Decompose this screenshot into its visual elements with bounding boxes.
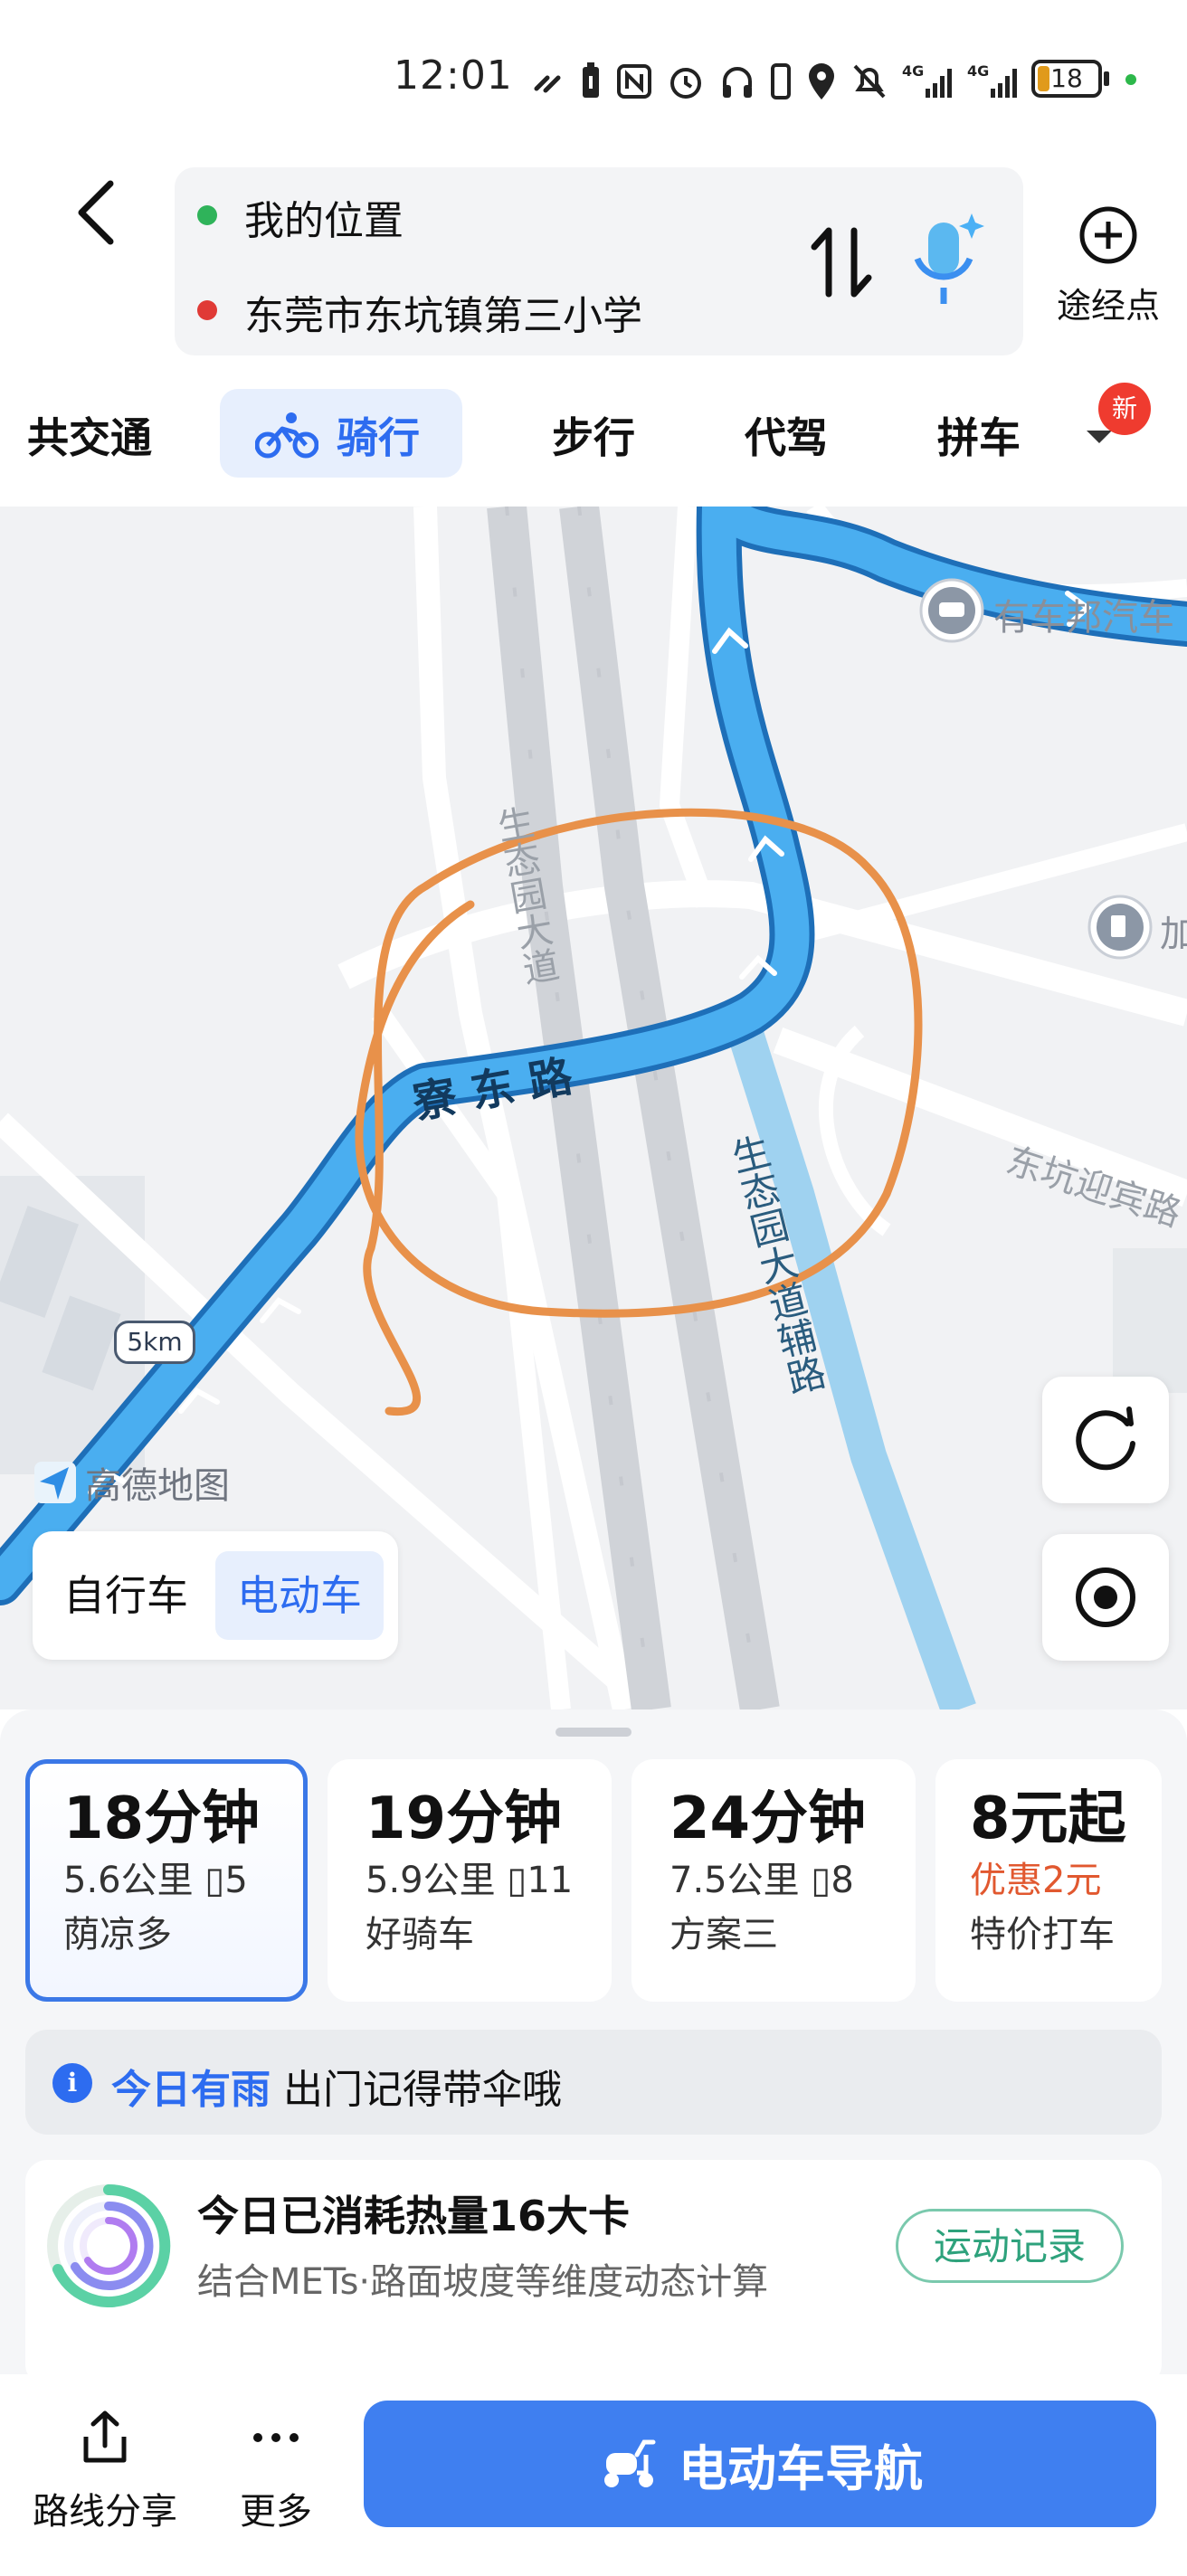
share-route-label: 路线分享 <box>33 2491 177 2533</box>
start-navigation-label: 电动车导航 <box>679 2439 923 2497</box>
route-distance: 7.5公里 <box>669 1860 800 1901</box>
more-button[interactable]: 更多 <box>185 2406 366 2534</box>
map-logo-text: 高德地图 <box>85 1465 230 1507</box>
route-distance-row: 5.6公里 ▯5 <box>63 1853 303 1908</box>
vehicle-option-bicycle[interactable]: 自行车 <box>42 1551 210 1640</box>
scooter-icon <box>604 2439 656 2487</box>
battery-icon: 18 <box>1031 60 1102 98</box>
vehicle-toggle: 自行车 电动车 <box>33 1531 398 1660</box>
locate-icon <box>1076 1567 1135 1627</box>
back-arrow-icon <box>78 180 114 245</box>
route-distance-row: 5.9公里 ▯11 <box>366 1853 612 1908</box>
poi-label-car[interactable]: 有车邦汽车 <box>993 588 1174 640</box>
back-button[interactable] <box>63 176 136 249</box>
battery-saver-icon <box>583 62 599 98</box>
swap-icon <box>811 227 872 298</box>
taxi-discount: 优惠2元 <box>970 1860 1102 1901</box>
microphone-icon <box>914 213 984 304</box>
waypoint-label: 途经点 <box>1056 286 1160 326</box>
location-icon <box>809 63 834 99</box>
map-canvas <box>0 507 1187 1709</box>
nfc-icon <box>617 64 651 99</box>
refresh-button[interactable] <box>1042 1377 1169 1503</box>
amap-logo-icon <box>34 1462 76 1503</box>
vehicle-option-ebike[interactable]: 电动车 <box>215 1551 384 1640</box>
route-tag: 好骑车 <box>366 1914 474 1956</box>
link-icon <box>534 75 561 93</box>
status-icons: 4G 4G <box>529 54 1018 109</box>
traffic-light-icon: ▯ <box>204 1860 225 1901</box>
poi-label-gas[interactable]: 加 <box>1160 904 1187 957</box>
bicycle-icon <box>255 412 318 459</box>
weather-tip-message: 出门记得带伞哦 <box>283 2067 562 2113</box>
tab-cycling-label: 骑行 <box>337 413 420 462</box>
route-time: 18分钟 <box>63 1785 261 1852</box>
route-lights: 5 <box>224 1860 248 1901</box>
status-time: 12:01 <box>394 52 513 99</box>
origin-field[interactable]: 我的位置 <box>244 188 404 246</box>
mute-icon <box>853 64 886 99</box>
calorie-ring-icon <box>47 2183 171 2307</box>
signal-4g-icon: 4G <box>967 62 1017 98</box>
svg-text:4G: 4G <box>967 62 989 80</box>
taxi-price: 8元起 <box>970 1785 1126 1852</box>
route-tag: 荫凉多 <box>63 1914 172 1956</box>
route-distance: 5.6公里 <box>63 1860 194 1901</box>
more-dots-icon <box>253 2433 299 2442</box>
transport-tabs: 共交通 骑行 步行 代驾 拼车 <box>0 380 1187 497</box>
svg-text:4G: 4G <box>902 62 924 80</box>
route-card-3[interactable]: 24分钟 7.5公里 ▯8 方案三 <box>631 1759 916 2002</box>
map-view[interactable]: 生态园大道 寮 东 路 生态园大道辅路 东坑迎宾路 有车邦汽车 加 <box>0 507 1187 1709</box>
route-distance-row: 7.5公里 ▯8 <box>669 1853 916 1908</box>
tab-cycling[interactable]: 骑行 <box>255 405 420 465</box>
refresh-icon <box>1076 1406 1135 1471</box>
weather-tip-highlight: 今日有雨 <box>111 2067 271 2113</box>
signal-4g-icon: 4G <box>902 62 952 98</box>
share-route-button[interactable]: 路线分享 <box>14 2406 195 2534</box>
route-lights: 11 <box>527 1860 574 1901</box>
route-time: 19分钟 <box>366 1785 563 1852</box>
exercise-record-button[interactable]: 运动记录 <box>896 2209 1124 2283</box>
calorie-subtitle: 结合METs·路面坡度等维度动态计算 <box>197 2261 769 2303</box>
sheet-drag-handle[interactable] <box>556 1728 631 1737</box>
tab-public-transit[interactable]: 共交通 <box>27 405 152 465</box>
battery-tip <box>1104 71 1109 86</box>
route-card-1[interactable]: 18分钟 5.6公里 ▯5 荫凉多 <box>25 1759 308 2002</box>
map-logo: 高德地图 <box>33 1456 230 1509</box>
start-navigation-button[interactable]: 电动车导航 <box>364 2401 1156 2527</box>
alarm-icon <box>670 68 701 99</box>
tab-carpool[interactable]: 拼车 <box>937 405 1021 465</box>
vibrate-icon <box>771 63 791 99</box>
route-distance: 5.9公里 <box>366 1860 496 1901</box>
new-badge: 新 <box>1098 383 1151 435</box>
locate-button[interactable] <box>1042 1534 1169 1661</box>
swap-button[interactable] <box>805 222 878 303</box>
route-time: 24分钟 <box>669 1785 867 1852</box>
share-icon <box>83 2410 127 2463</box>
map-scale: 5km <box>114 1321 195 1364</box>
calorie-title: 今日已消耗热量16大卡 <box>197 2192 631 2240</box>
add-circle-icon <box>1079 206 1137 264</box>
add-waypoint-button[interactable]: 途经点 <box>1049 194 1167 326</box>
destination-field[interactable]: 东莞市东坑镇第三小学 <box>244 283 642 341</box>
destination-dot <box>197 300 217 320</box>
weather-tip-text: 今日有雨 出门记得带伞哦 <box>111 2057 562 2115</box>
tab-walking[interactable]: 步行 <box>552 405 635 465</box>
route-card-2[interactable]: 19分钟 5.9公里 ▯11 好骑车 <box>328 1759 612 2002</box>
voice-button[interactable] <box>905 210 986 309</box>
headphones-icon <box>723 67 752 98</box>
traffic-light-icon: ▯ <box>811 1860 831 1901</box>
traffic-light-icon: ▯ <box>507 1860 527 1901</box>
route-tag: 方案三 <box>669 1914 778 1956</box>
info-icon: i <box>52 2063 92 2103</box>
tab-chauffeur[interactable]: 代驾 <box>745 405 828 465</box>
taxi-label: 特价打车 <box>970 1914 1115 1956</box>
more-label: 更多 <box>240 2491 312 2533</box>
weather-tip[interactable]: 今日有雨 出门记得带伞哦 <box>25 2030 1162 2135</box>
privacy-dot <box>1125 74 1136 85</box>
battery-level: 18 <box>1050 63 1083 93</box>
route-lights: 8 <box>831 1860 854 1901</box>
taxi-card[interactable]: 8元起 优惠2元 特价打车 <box>935 1759 1162 2002</box>
origin-dot <box>197 205 217 225</box>
